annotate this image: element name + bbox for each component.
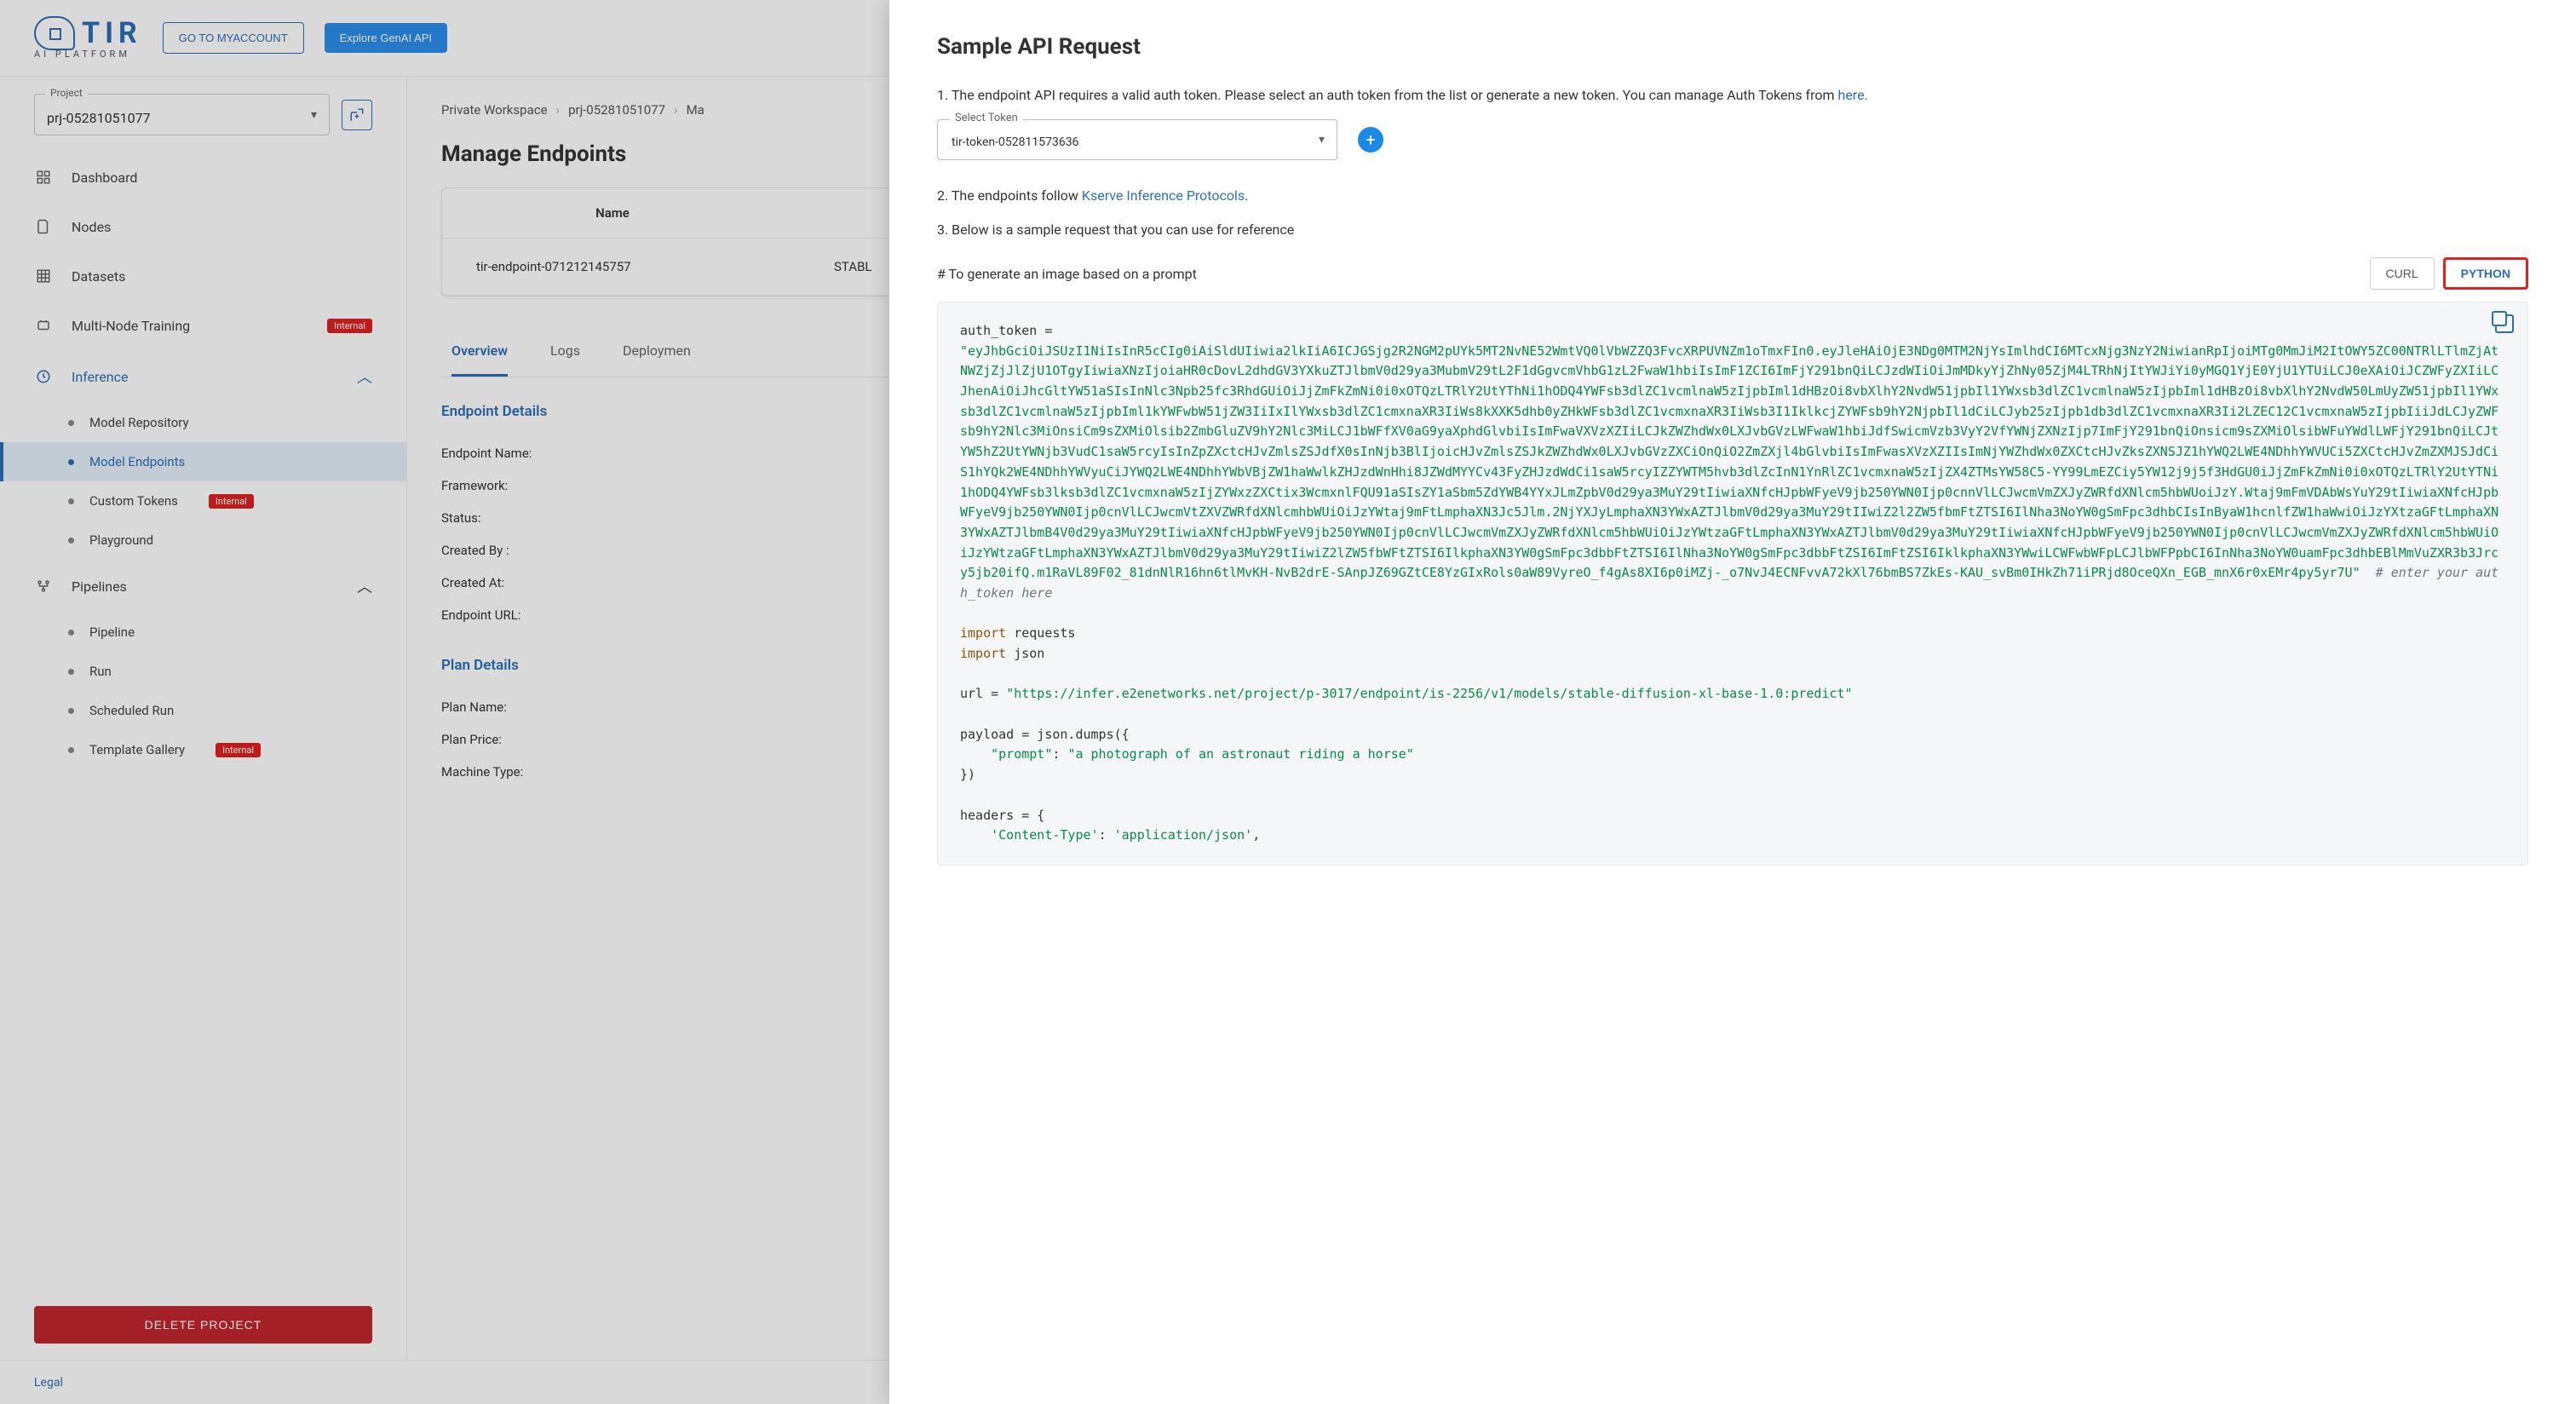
- cell-name: tir-endpoint-071212145757: [476, 259, 834, 274]
- sidebar-item-label: Inference: [72, 369, 129, 385]
- sidebar-item-datasets[interactable]: Datasets: [0, 251, 406, 301]
- chevron-down-icon: ▾: [1319, 133, 1325, 147]
- sidebar-item-label: Playground: [89, 532, 153, 548]
- token-value: tir-token-052811573636: [952, 135, 1078, 149]
- internal-badge: Internal: [209, 494, 254, 509]
- api-request-drawer: Sample API Request 1. The endpoint API r…: [889, 0, 2576, 1404]
- code-title: # To generate an image based on a prompt: [937, 266, 1197, 282]
- cell-status: STABL: [834, 259, 872, 274]
- tab-overview[interactable]: Overview: [451, 342, 508, 377]
- column-header-name: Name: [476, 205, 749, 221]
- dashboard-icon: [34, 168, 53, 187]
- sidebar-item-label: Multi-Node Training: [72, 318, 190, 334]
- legal-link[interactable]: Legal: [34, 1376, 63, 1390]
- sidebar-item-label: Pipelines: [72, 578, 127, 595]
- chevron-down-icon: ▾: [311, 108, 317, 122]
- sidebar-sub-model-repository[interactable]: Model Repository: [0, 403, 406, 442]
- sidebar-item-nodes[interactable]: Nodes: [0, 202, 406, 251]
- datasets-icon: [34, 267, 53, 285]
- delete-project-button[interactable]: DELETE PROJECT: [34, 1306, 372, 1344]
- sidebar-sub-pipeline[interactable]: Pipeline: [0, 613, 406, 652]
- sidebar-item-label: Dashboard: [72, 170, 137, 186]
- project-label: Project: [45, 87, 88, 99]
- sidebar-sub-scheduled-run[interactable]: Scheduled Run: [0, 691, 406, 730]
- copy-icon[interactable]: [2495, 314, 2514, 333]
- add-project-button[interactable]: [342, 100, 372, 130]
- logo-icon: [34, 16, 75, 50]
- sidebar: Project prj-05281051077 ▾ Dashboard: [0, 77, 407, 1404]
- tab-deployment[interactable]: Deploymen: [623, 342, 691, 377]
- drawer-title: Sample API Request: [937, 34, 2528, 60]
- sidebar-item-label: Pipeline: [89, 624, 135, 640]
- sidebar-item-label: Custom Tokens: [89, 493, 178, 509]
- inference-icon: [34, 367, 53, 386]
- breadcrumb-item[interactable]: Ma: [687, 102, 704, 118]
- breadcrumb-item[interactable]: Private Workspace: [441, 102, 548, 118]
- pipelines-icon: [34, 577, 53, 596]
- sidebar-item-inference[interactable]: Inference: [0, 350, 406, 403]
- project-select[interactable]: Project prj-05281051077 ▾: [34, 94, 330, 135]
- token-label: Select Token: [950, 112, 1023, 124]
- step-3: 3. Below is a sample request that you ca…: [937, 220, 2528, 240]
- token-select[interactable]: Select Token tir-token-052811573636 ▾: [937, 119, 1337, 160]
- manage-tokens-link[interactable]: here.: [1838, 87, 1868, 103]
- sidebar-item-multinode[interactable]: Multi-Node Training Internal: [0, 301, 406, 350]
- sidebar-item-label: Model Endpoints: [89, 454, 185, 469]
- kserve-link[interactable]: Kserve Inference Protocols: [1082, 187, 1245, 204]
- sidebar-sub-model-endpoints[interactable]: Model Endpoints: [0, 442, 406, 481]
- sidebar-item-label: Template Gallery: [89, 742, 185, 757]
- nav: Dashboard Nodes Datasets Multi-Node Trai…: [0, 152, 406, 1289]
- go-to-myaccount-button[interactable]: GO TO MYACCOUNT: [163, 22, 304, 54]
- logo: TIR AI PLATFORM: [34, 16, 142, 60]
- project-value: prj-05281051077: [47, 110, 151, 126]
- chevron-up-icon: [357, 365, 372, 388]
- python-tab[interactable]: PYTHON: [2443, 257, 2528, 290]
- sidebar-sub-playground[interactable]: Playground: [0, 521, 406, 560]
- explore-genai-button[interactable]: Explore GenAI API: [325, 23, 447, 53]
- chevron-up-icon: [357, 575, 372, 597]
- sidebar-item-label: Scheduled Run: [89, 703, 174, 718]
- step-1: 1. The endpoint API requires a valid aut…: [937, 85, 2528, 106]
- training-icon: [34, 316, 53, 335]
- sidebar-sub-run[interactable]: Run: [0, 652, 406, 691]
- sidebar-item-label: Nodes: [72, 219, 111, 235]
- add-token-button[interactable]: +: [1358, 127, 1383, 152]
- breadcrumb-item[interactable]: prj-05281051077: [568, 102, 665, 118]
- code-sample: auth_token = "eyJhbGciOiJSUzI1NiIsInR5cC…: [937, 302, 2528, 866]
- sidebar-item-label: Model Repository: [89, 415, 189, 430]
- step-2: 2. The endpoints follow Kserve Inference…: [937, 186, 2528, 206]
- sidebar-item-dashboard[interactable]: Dashboard: [0, 152, 406, 202]
- sidebar-item-pipelines[interactable]: Pipelines: [0, 560, 406, 613]
- sidebar-sub-template-gallery[interactable]: Template Gallery Internal: [0, 730, 406, 769]
- curl-tab[interactable]: CURL: [2370, 257, 2435, 290]
- internal-badge: Internal: [216, 743, 261, 757]
- sidebar-sub-custom-tokens[interactable]: Custom Tokens Internal: [0, 481, 406, 521]
- internal-badge: Internal: [327, 319, 372, 333]
- sidebar-item-label: Run: [89, 664, 112, 679]
- tab-logs[interactable]: Logs: [550, 342, 580, 377]
- nodes-icon: [34, 217, 53, 236]
- sidebar-item-label: Datasets: [72, 268, 125, 285]
